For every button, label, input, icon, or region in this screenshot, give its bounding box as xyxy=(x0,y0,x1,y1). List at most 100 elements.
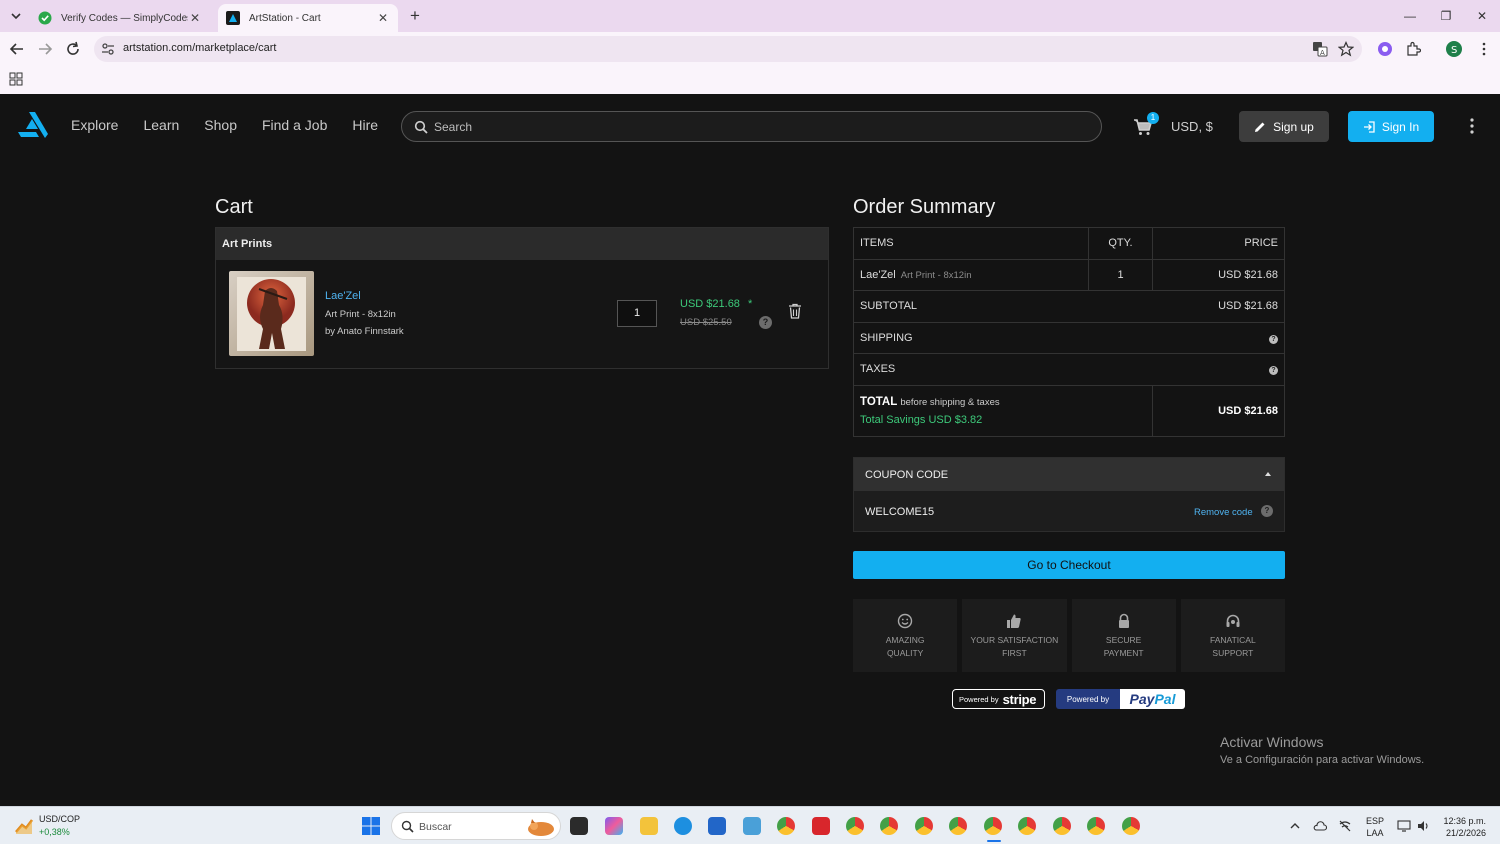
sign-up-button[interactable]: Sign up xyxy=(1239,111,1329,142)
apps-grid-icon[interactable] xyxy=(9,72,23,86)
trash-icon[interactable] xyxy=(788,303,802,319)
shipping-help-icon[interactable]: ? xyxy=(1269,334,1278,344)
cart-count-badge: 1 xyxy=(1147,112,1159,124)
taskbar-chrome-profile-icon[interactable] xyxy=(949,817,967,835)
header-qty: QTY. xyxy=(1088,227,1153,260)
url-text: artstation.com/marketplace/cart xyxy=(123,42,277,54)
coupon-header[interactable]: COUPON CODE xyxy=(854,458,1284,491)
smile-icon xyxy=(897,613,913,629)
header-price: PRICE xyxy=(1152,227,1285,260)
back-icon[interactable] xyxy=(8,40,26,58)
taskbar-chrome-profile-icon[interactable] xyxy=(1018,817,1036,835)
nav-hire[interactable]: Hire xyxy=(352,117,378,133)
display-network-icon[interactable] xyxy=(1397,819,1411,833)
taskbar-chrome-profile-icon[interactable] xyxy=(1122,817,1140,835)
search-box xyxy=(401,111,1102,142)
site-settings-icon[interactable] xyxy=(100,41,116,57)
taskbar-chrome-profile-icon[interactable] xyxy=(1053,817,1071,835)
coupon-panel: COUPON CODE WELCOME15 Remove code ? xyxy=(853,457,1285,532)
paypal-prefix: Powered by xyxy=(1056,689,1120,709)
taskbar-chrome-profile-icon[interactable] xyxy=(880,817,898,835)
forward-icon[interactable] xyxy=(36,40,54,58)
taxes-help-icon[interactable]: ? xyxy=(1269,366,1278,376)
extensions-puzzle-icon[interactable] xyxy=(1405,41,1421,57)
taskbar-notepad-icon[interactable] xyxy=(743,817,761,835)
bookmark-star-icon[interactable] xyxy=(1338,41,1354,57)
currency-selector[interactable]: USD, $ xyxy=(1171,119,1213,134)
new-tab-button[interactable]: + xyxy=(405,6,425,26)
onedrive-icon[interactable] xyxy=(1313,819,1327,833)
tab-search-icon[interactable] xyxy=(6,7,26,25)
artstation-logo-icon[interactable] xyxy=(18,112,48,138)
clock-time: 12:36 p.m. xyxy=(1443,816,1486,826)
taxes-row: TAXES ? xyxy=(853,353,1285,386)
shipping-label: SHIPPING xyxy=(853,321,1153,354)
site-header: Explore Learn Shop Find a Job Hire 1 USD… xyxy=(0,94,1500,158)
taskbar-wps-icon[interactable] xyxy=(812,817,830,835)
profile-avatar-icon[interactable]: S xyxy=(1446,41,1462,57)
nav-find-a-job[interactable]: Find a Job xyxy=(262,117,327,133)
taskbar-chrome-profile-icon[interactable] xyxy=(846,817,864,835)
stripe-prefix: Powered by xyxy=(959,694,999,704)
feature-line-1: SECURE xyxy=(1105,635,1142,645)
maximize-icon[interactable]: ❐ xyxy=(1436,6,1456,26)
feature-line-1: AMAZING xyxy=(885,635,925,645)
simplycodes-favicon-icon xyxy=(38,11,52,25)
taskbar-file-explorer-icon[interactable] xyxy=(640,817,658,835)
browser-menu-icon[interactable] xyxy=(1476,41,1492,57)
taskbar-chrome-profile-icon[interactable] xyxy=(1087,817,1105,835)
taskbar-copilot-icon[interactable] xyxy=(605,817,623,835)
line-item-type: Art Print - 8x12in xyxy=(900,269,972,281)
tab-artstation-cart[interactable]: ArtStation - Cart ✕ xyxy=(218,4,398,32)
quantity-input[interactable]: 1 xyxy=(617,300,657,327)
remove-code-link[interactable]: Remove code xyxy=(1194,507,1253,518)
go-to-checkout-button[interactable]: Go to Checkout xyxy=(853,551,1285,579)
svg-text:A: A xyxy=(1320,49,1325,57)
tab-title: ArtStation - Cart xyxy=(249,12,321,24)
clock[interactable]: 12:36 p.m. 21/2/2026 xyxy=(1440,815,1486,839)
reload-icon[interactable] xyxy=(64,40,82,58)
artstation-favicon-icon xyxy=(226,11,240,25)
network-off-icon[interactable] xyxy=(1338,819,1352,833)
minimize-icon[interactable]: — xyxy=(1400,6,1420,26)
item-artist[interactable]: by Anato Finnstark xyxy=(325,326,404,337)
taskbar-chrome-profile-active-icon[interactable] xyxy=(984,817,1002,835)
nav-explore[interactable]: Explore xyxy=(71,117,118,133)
omnibox[interactable]: artstation.com/marketplace/cart xyxy=(94,36,1362,62)
header-items: ITEMS xyxy=(853,227,1089,260)
search-input[interactable] xyxy=(434,118,1084,136)
taskbar-edge-icon[interactable] xyxy=(674,817,692,835)
tab-simplycodes[interactable]: Verify Codes — SimplyCodes ✕ xyxy=(30,4,210,32)
nav-shop[interactable]: Shop xyxy=(204,117,237,133)
taskbar-store-icon[interactable] xyxy=(708,817,726,835)
translate-icon[interactable]: A xyxy=(1312,41,1328,57)
feature-secure-payment: SECURE PAYMENT xyxy=(1071,599,1176,672)
total-savings: Total Savings USD $3.82 xyxy=(860,413,983,426)
original-price: USD $25.50 xyxy=(680,317,732,328)
language-indicator[interactable]: ESP LAA xyxy=(1366,815,1384,839)
extension-icon[interactable] xyxy=(1377,41,1393,57)
taskbar-chrome-profile-icon[interactable] xyxy=(915,817,933,835)
taskbar-chrome-icon[interactable] xyxy=(777,817,795,835)
close-tab-icon[interactable]: ✕ xyxy=(188,11,202,25)
feature-line-2: QUALITY xyxy=(886,648,924,658)
price-help-icon[interactable]: ? xyxy=(759,316,772,329)
more-menu-icon[interactable] xyxy=(1464,116,1480,136)
coupon-help-icon[interactable]: ? xyxy=(1261,505,1273,517)
windows-start-icon[interactable] xyxy=(362,817,380,835)
volume-icon[interactable] xyxy=(1416,819,1430,833)
item-name-link[interactable]: Lae'Zel xyxy=(325,290,361,302)
subtotal-label: SUBTOTAL xyxy=(853,290,1153,323)
taskbar-task-view-icon[interactable] xyxy=(570,817,588,835)
product-thumbnail[interactable] xyxy=(229,271,314,356)
order-summary-title: Order Summary xyxy=(853,196,996,218)
close-tab-icon[interactable]: ✕ xyxy=(376,11,390,25)
search-icon xyxy=(414,120,428,134)
close-window-icon[interactable]: ✕ xyxy=(1472,6,1492,26)
stock-widget-icon[interactable] xyxy=(14,816,34,836)
nav-learn[interactable]: Learn xyxy=(143,117,179,133)
sign-in-button[interactable]: Sign In xyxy=(1348,111,1434,142)
show-hidden-icons-icon[interactable] xyxy=(1288,819,1302,833)
taskbar-search[interactable]: Buscar xyxy=(391,812,561,840)
total-label: TOTAL xyxy=(860,395,898,408)
